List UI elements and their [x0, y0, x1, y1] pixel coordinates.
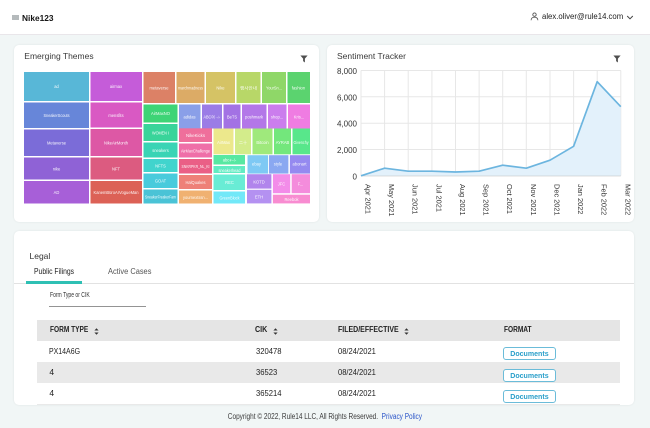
svg-text:BeTS: BeTS — [227, 115, 238, 120]
svg-text:Dec 2021: Dec 2021 — [553, 184, 562, 216]
svg-text:Oct 2021: Oct 2021 — [505, 184, 514, 214]
svg-text:JFC: JFC — [278, 182, 286, 187]
svg-text:ABC여→⊦: ABC여→⊦ — [204, 114, 221, 120]
svg-text:NikeKicks: NikeKicks — [186, 133, 205, 138]
svg-text:AirMaxChallenge: AirMaxChallenge — [181, 149, 211, 154]
svg-text:Bitcoin: Bitcoin — [256, 140, 269, 145]
svg-text:AirMaxNO: AirMaxNO — [151, 111, 170, 116]
svg-text:二十: 二十 — [239, 139, 247, 145]
svg-text:poshmark: poshmark — [245, 115, 264, 120]
svg-text:AirMax: AirMax — [217, 140, 230, 145]
svg-text:NFT: NFT — [112, 167, 120, 172]
svg-text:Jan 2022: Jan 2022 — [576, 184, 585, 214]
svg-text:shop...: shop... — [271, 115, 283, 120]
svg-text:metaverse: metaverse — [150, 86, 170, 91]
svg-text:Feb 2022: Feb 2022 — [600, 184, 609, 215]
svg-text:Reebok: Reebok — [284, 197, 299, 202]
svg-text:NFTS: NFTS — [155, 164, 166, 169]
svg-text:GOAT: GOAT — [155, 179, 167, 184]
svg-text:8,000: 8,000 — [337, 67, 358, 76]
svg-text:May 2021: May 2021 — [387, 184, 396, 216]
svg-text:Aug 2021: Aug 2021 — [458, 184, 467, 216]
svg-text:Mar 2022: Mar 2022 — [623, 184, 632, 215]
svg-text:WOMEN I: WOMEN I — [152, 131, 169, 136]
svg-text:F...: F... — [298, 182, 303, 187]
svg-text:Kris...: Kris... — [294, 115, 304, 120]
svg-text:YourSn...: YourSn... — [266, 86, 282, 91]
svg-text:Nov 2021: Nov 2021 — [529, 184, 538, 216]
svg-text:Metaverse: Metaverse — [47, 141, 67, 146]
svg-text:Apr 2021: Apr 2021 — [364, 184, 373, 214]
svg-text:style: style — [274, 162, 283, 167]
svg-text:AD: AD — [54, 190, 60, 195]
svg-text:ad: ad — [54, 84, 59, 89]
svg-text:nike: nike — [53, 167, 61, 172]
svg-text:4,000: 4,000 — [337, 120, 358, 129]
svg-text:abonart: abonart — [293, 162, 308, 167]
svg-text:KanemBüroArVogueMan: KanemBüroArVogueMan — [94, 190, 140, 195]
svg-text:KOTD: KOTD — [253, 180, 264, 185]
svg-text:Sep 2021: Sep 2021 — [482, 184, 491, 216]
svg-text:marchmadness: marchmadness — [178, 86, 203, 91]
svg-text:SneakerScouts: SneakerScouts — [44, 113, 70, 118]
svg-text:2,000: 2,000 — [337, 146, 358, 155]
svg-text:airmax: airmax — [110, 84, 122, 89]
svg-text:Nike: Nike — [216, 86, 225, 91]
svg-text:6,000: 6,000 — [337, 93, 358, 102]
svg-text:GreenBlock: GreenBlock — [220, 196, 241, 201]
svg-text:mensfits: mensfits — [108, 113, 123, 118]
svg-text:행사안내: 행사안내 — [240, 85, 257, 91]
svg-text:NikeAirMonth: NikeAirMonth — [104, 141, 129, 146]
svg-text:HalQuakes: HalQuakes — [186, 180, 206, 185]
svg-text:sneakers: sneakers — [152, 148, 169, 153]
svg-text:Givenchy: Givenchy — [294, 140, 310, 145]
svg-text:yournextssn...: yournextssn... — [183, 195, 208, 200]
svg-text:ETH: ETH — [255, 195, 263, 200]
svg-text:ebay: ebay — [252, 162, 262, 167]
svg-text:0: 0 — [353, 172, 358, 181]
svg-text:SNKRPKR_NL_KI: SNKRPKR_NL_KI — [182, 164, 210, 169]
svg-text:SneakerFreakerFam: SneakerFreakerFam — [145, 195, 176, 200]
svg-text:Jun 2021: Jun 2021 — [411, 184, 420, 214]
svg-text:Jul 2021: Jul 2021 — [434, 184, 443, 212]
svg-text:abc२–!-: abc२–!- — [223, 158, 237, 163]
svg-text:fashion: fashion — [292, 86, 306, 91]
svg-text:AYRAB: AYRAB — [276, 140, 290, 145]
svg-text:sneakerhead: sneakerhead — [219, 168, 242, 173]
svg-text:REC: REC — [225, 180, 234, 185]
svg-text:adidas: adidas — [183, 115, 195, 120]
